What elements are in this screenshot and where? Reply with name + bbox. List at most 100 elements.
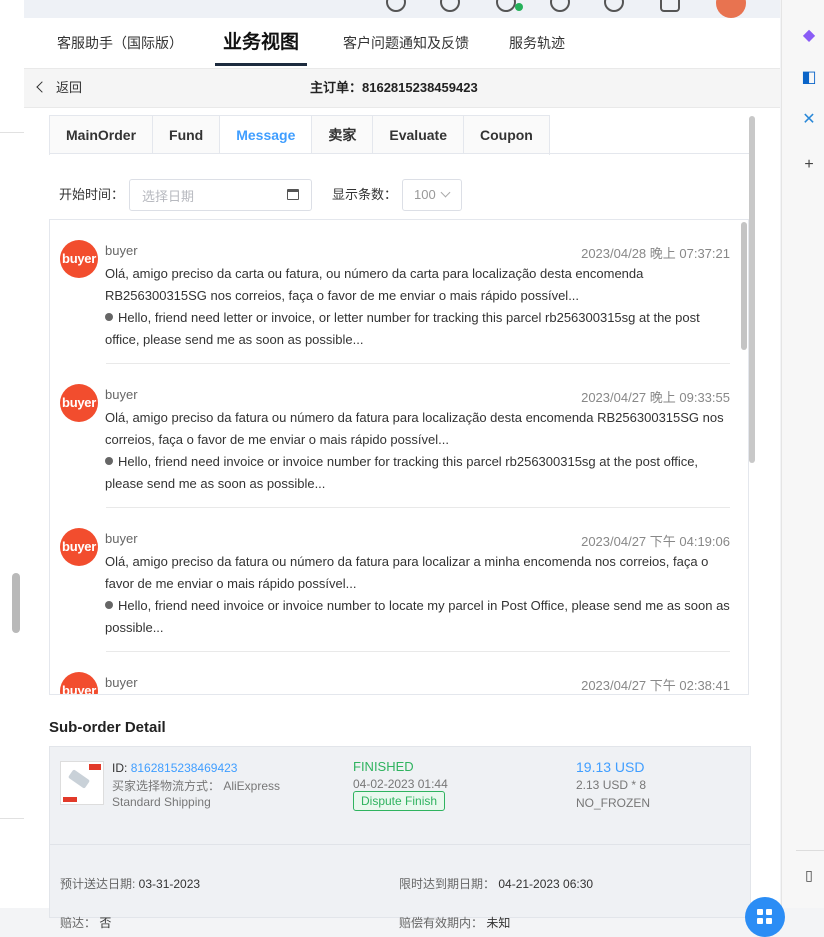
shipping-method: 买家选择物流方式： AliExpress Standard Shipping [112,779,281,809]
browser-sidebar: ◆ ◧ ✕ + ▯ [781,0,824,908]
header-tabs: 客服助手（国际版） 业务视图 客户问题通知及反馈 服务轨迹 [24,18,780,68]
message-scrollbar[interactable] [741,222,747,350]
tab-message[interactable]: Message [220,116,313,154]
unit-price: 2.13 USD * 8 [576,778,647,792]
main-panel: 客服助手（国际版） 业务视图 客户问题通知及反馈 服务轨迹 返回 主订单：816… [24,18,785,937]
expected-delivery: 预计送达日期: 03-31-2023 [60,875,200,892]
product-shape [67,769,91,789]
user-avatar[interactable] [716,0,746,18]
toolbar-icon[interactable] [440,0,460,12]
chevron-left-icon [36,81,48,93]
divider [0,132,24,133]
frozen-status: NO_FROZEN [576,796,651,810]
message-translation: Hello, friend need invoice or invoice nu… [105,595,735,639]
sub-order-title: Sub-order Detail [49,719,166,736]
product-tag [63,797,77,802]
validity-label: 赔偿有效期内： [399,916,487,930]
tab-mainorder[interactable]: MainOrder [50,116,154,154]
status-date: 04-02-2023 01:44 [353,777,448,791]
tab-evaluate[interactable]: Evaluate [373,116,464,154]
add-icon[interactable]: + [800,156,818,174]
chat-icon[interactable] [496,0,516,12]
tab-seller[interactable]: 卖家 [312,116,374,154]
grid-icon [766,918,772,924]
count-label: 显示条数： [332,187,398,202]
message-time: 2023/04/28 晚上 07:37:21 [581,246,730,261]
translation-text: Hello, friend need invoice or invoice nu… [105,598,730,635]
online-status-dot [515,3,523,11]
sub-order-id-link[interactable]: 8162815238469423 [131,761,238,775]
message-list[interactable]: buyer buyer 2023/04/28 晚上 07:37:21 Olá, … [49,219,749,695]
message-item: buyer buyer 2023/04/27 晚上 09:33:55 Olá, … [50,364,738,508]
content-scrollbar[interactable] [749,116,755,463]
order-subheader: 返回 主订单：8162815238459423 [24,68,780,108]
tab-service-track[interactable]: 服务轨迹 [509,18,565,68]
back-button[interactable]: 返回 [36,69,83,107]
chevron-down-icon [440,187,451,198]
detail-tabs: MainOrder Fund Message 卖家 Evaluate Coupo… [49,115,550,155]
divider [50,844,750,845]
grid-icon [766,909,772,915]
outlook-icon[interactable]: ◧ [800,68,818,86]
start-date-picker[interactable] [129,179,312,212]
message-text: Olá, amigo preciso da carta ou fatura, o… [105,263,735,351]
product-tag [89,764,101,770]
scrollbar-thumb[interactable] [12,573,20,633]
tab-business-view[interactable]: 业务视图 [214,18,308,68]
order-title: 主订单：8162815238459423 [310,80,478,95]
expected-label: 预计送达日期: [60,877,139,891]
browser-toolbar [24,0,780,19]
message-translation: Hello, friend need invoice or invoice nu… [105,451,735,495]
tools-icon[interactable]: ✕ [800,110,818,128]
buyer-avatar: buyer [60,384,98,422]
back-label: 返回 [56,80,83,95]
order-status: FINISHED [353,759,414,774]
grid-icon [757,918,763,924]
start-date-input[interactable] [140,180,274,212]
id-label: ID: [112,761,128,775]
count-select[interactable]: 100 [402,179,462,211]
message-original: Olá, amigo preciso da fatura ou número d… [105,554,709,591]
deadline-label: 限时达到期日期： [399,877,499,891]
message-translation: Hello, friend need letter or invoice, or… [105,307,735,351]
message-time: 2023/04/27 下午 04:19:06 [581,534,730,549]
divider [796,850,824,851]
message-item: buyer buyer 2023/04/27 下午 04:19:06 Olá, … [50,508,738,652]
tab-cs-assistant[interactable]: 客服助手（国际版） [57,18,183,68]
expected-date: 03-31-2023 [138,877,201,891]
message-time: 2023/04/27 下午 02:38:41 [581,678,730,693]
tab-fund[interactable]: Fund [153,116,221,154]
compensation-value: 否 [99,916,112,930]
toolbar-icon[interactable] [386,0,406,12]
copilot-icon[interactable]: ◆ [800,26,818,44]
message-sender: buyer [105,675,138,690]
compensation-label: 赔达： [60,916,100,930]
product-thumbnail[interactable] [60,761,104,805]
buyer-avatar: buyer [60,240,98,278]
message-text: Olá, amigo preciso da fatura ou número d… [105,551,735,639]
toolbar-icon[interactable] [550,0,570,12]
start-time-label: 开始时间： [59,187,125,202]
deadline-date: 04-21-2023 06:30 [498,877,594,891]
toolbar-icon[interactable] [604,0,624,12]
message-sender: buyer [105,531,138,546]
sidebar-toggle-icon[interactable]: ▯ [800,866,818,884]
message-time: 2023/04/27 晚上 09:33:55 [581,390,730,405]
buyer-avatar: buyer [60,672,98,694]
divider [49,153,749,154]
compensation-validity: 赔偿有效期内： 未知 [399,914,510,931]
apps-grid-button[interactable] [745,897,785,937]
sub-order-card: ID: 8162815238469423 买家选择物流方式： AliExpres… [49,746,751,930]
order-price: 19.13 USD [576,759,645,775]
sub-order-id: ID: 8162815238469423 [112,761,237,775]
divider [0,818,24,819]
count-value: 100 [414,187,436,202]
tab-customer-issues[interactable]: 客户问题通知及反馈 [343,18,469,68]
message-sender: buyer [105,387,138,402]
message-original: Olá, amigo preciso da carta ou fatura, o… [105,266,644,303]
toolbar-icon[interactable] [660,0,680,12]
buyer-avatar: buyer [60,528,98,566]
tab-coupon[interactable]: Coupon [463,116,549,154]
translation-text: Hello, friend need invoice or invoice nu… [105,454,699,491]
compensation-info: 赔达： 否 [60,914,111,931]
